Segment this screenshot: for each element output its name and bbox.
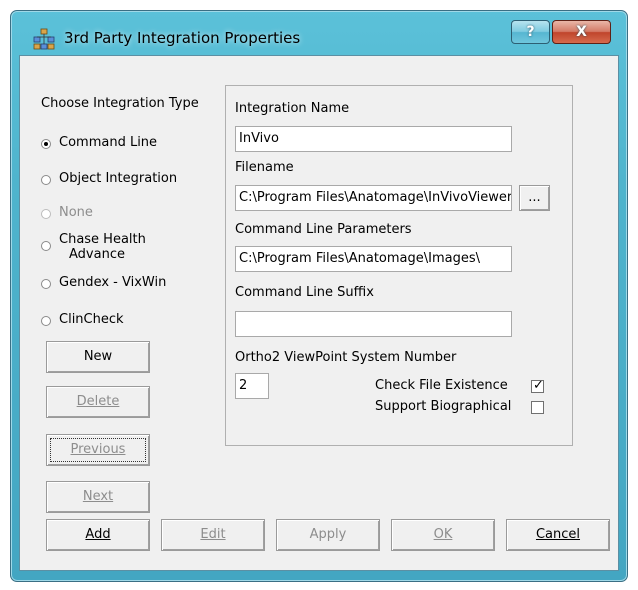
close-button[interactable]: X — [552, 20, 611, 44]
radio-label: Command Line — [59, 135, 158, 150]
previous-button-label: Previous — [70, 442, 126, 457]
integration-name-input[interactable]: InVivo — [235, 126, 512, 152]
edit-button[interactable]: Edit — [161, 519, 265, 551]
ok-button[interactable]: OK — [391, 519, 495, 551]
radio-label-line-1: Chase Health — [59, 232, 146, 247]
ortho2-system-number-input[interactable]: 2 — [235, 373, 269, 399]
next-button[interactable]: Next — [46, 481, 150, 513]
browse-button[interactable]: ... — [519, 185, 550, 211]
radio-label: Gendex - VixWin — [59, 275, 167, 290]
command-line-parameters-input[interactable]: C:\Program Files\Anatomage\Images\ — [235, 246, 512, 272]
radio-label: Chase Health Advance — [59, 232, 146, 262]
radio-indicator[interactable] — [41, 139, 51, 149]
radio-none: None — [41, 205, 93, 220]
dialog-client-area: Choose Integration Type Command Line Obj… — [19, 55, 619, 571]
radio-chase-health-advance[interactable]: Chase Health Advance — [41, 232, 146, 262]
delete-button[interactable]: Delete — [46, 386, 150, 418]
add-button[interactable]: Add — [46, 519, 150, 551]
dialog-window: 3rd Party Integration Properties ? X Cho… — [10, 10, 628, 582]
ok-button-label: OK — [433, 527, 453, 542]
radio-label: ClinCheck — [59, 312, 124, 327]
edit-button-label: Edit — [200, 527, 226, 542]
check-file-existence-label: Check File Existence — [375, 378, 508, 393]
radio-indicator[interactable] — [41, 241, 51, 251]
window-title: 3rd Party Integration Properties — [64, 29, 301, 47]
apply-button[interactable]: Apply — [276, 519, 380, 551]
command-line-suffix-label: Command Line Suffix — [235, 285, 374, 300]
delete-button-label: Delete — [76, 394, 120, 409]
radio-label: Object Integration — [59, 171, 178, 186]
radio-indicator[interactable] — [41, 175, 51, 185]
integration-name-label: Integration Name — [235, 101, 350, 116]
radio-object-integration[interactable]: Object Integration — [41, 171, 177, 186]
support-biographical-label: Support Biographical — [375, 399, 512, 414]
integration-details-panel: Integration Name InVivo Filename C:\Prog… — [225, 85, 573, 446]
cancel-button[interactable]: Cancel — [506, 519, 610, 551]
cancel-button-label: Cancel — [535, 527, 581, 542]
radio-clincheck[interactable]: ClinCheck — [41, 312, 124, 327]
radio-indicator — [41, 209, 51, 219]
help-icon: ? — [526, 24, 535, 40]
filename-input[interactable]: C:\Program Files\Anatomage\InVivoViewer — [235, 185, 512, 211]
check-file-existence-checkbox[interactable]: ✓ — [531, 378, 544, 393]
previous-button[interactable]: Previous — [46, 434, 150, 466]
help-button[interactable]: ? — [511, 20, 550, 44]
checkmark-icon: ✓ — [533, 378, 544, 393]
command-line-parameters-label: Command Line Parameters — [235, 222, 412, 237]
support-biographical-checkbox[interactable] — [531, 401, 544, 414]
radio-label: None — [59, 205, 93, 220]
close-icon: X — [576, 24, 587, 40]
radio-command-line[interactable]: Command Line — [41, 135, 157, 150]
title-bar[interactable]: 3rd Party Integration Properties ? X — [11, 11, 627, 55]
network-people-icon — [33, 28, 55, 50]
radio-indicator[interactable] — [41, 279, 51, 289]
filename-label: Filename — [235, 160, 294, 175]
add-button-label: Add — [85, 527, 111, 542]
ortho2-system-number-label: Ortho2 ViewPoint System Number — [235, 350, 457, 365]
new-button[interactable]: New — [46, 341, 150, 373]
radio-indicator[interactable] — [41, 316, 51, 326]
next-button-label: Next — [82, 489, 114, 504]
radio-label-line-2: Advance — [69, 247, 125, 262]
radio-gendex-vixwin[interactable]: Gendex - VixWin — [41, 275, 166, 290]
integration-type-heading: Choose Integration Type — [41, 96, 199, 111]
command-line-suffix-input[interactable] — [235, 311, 512, 337]
